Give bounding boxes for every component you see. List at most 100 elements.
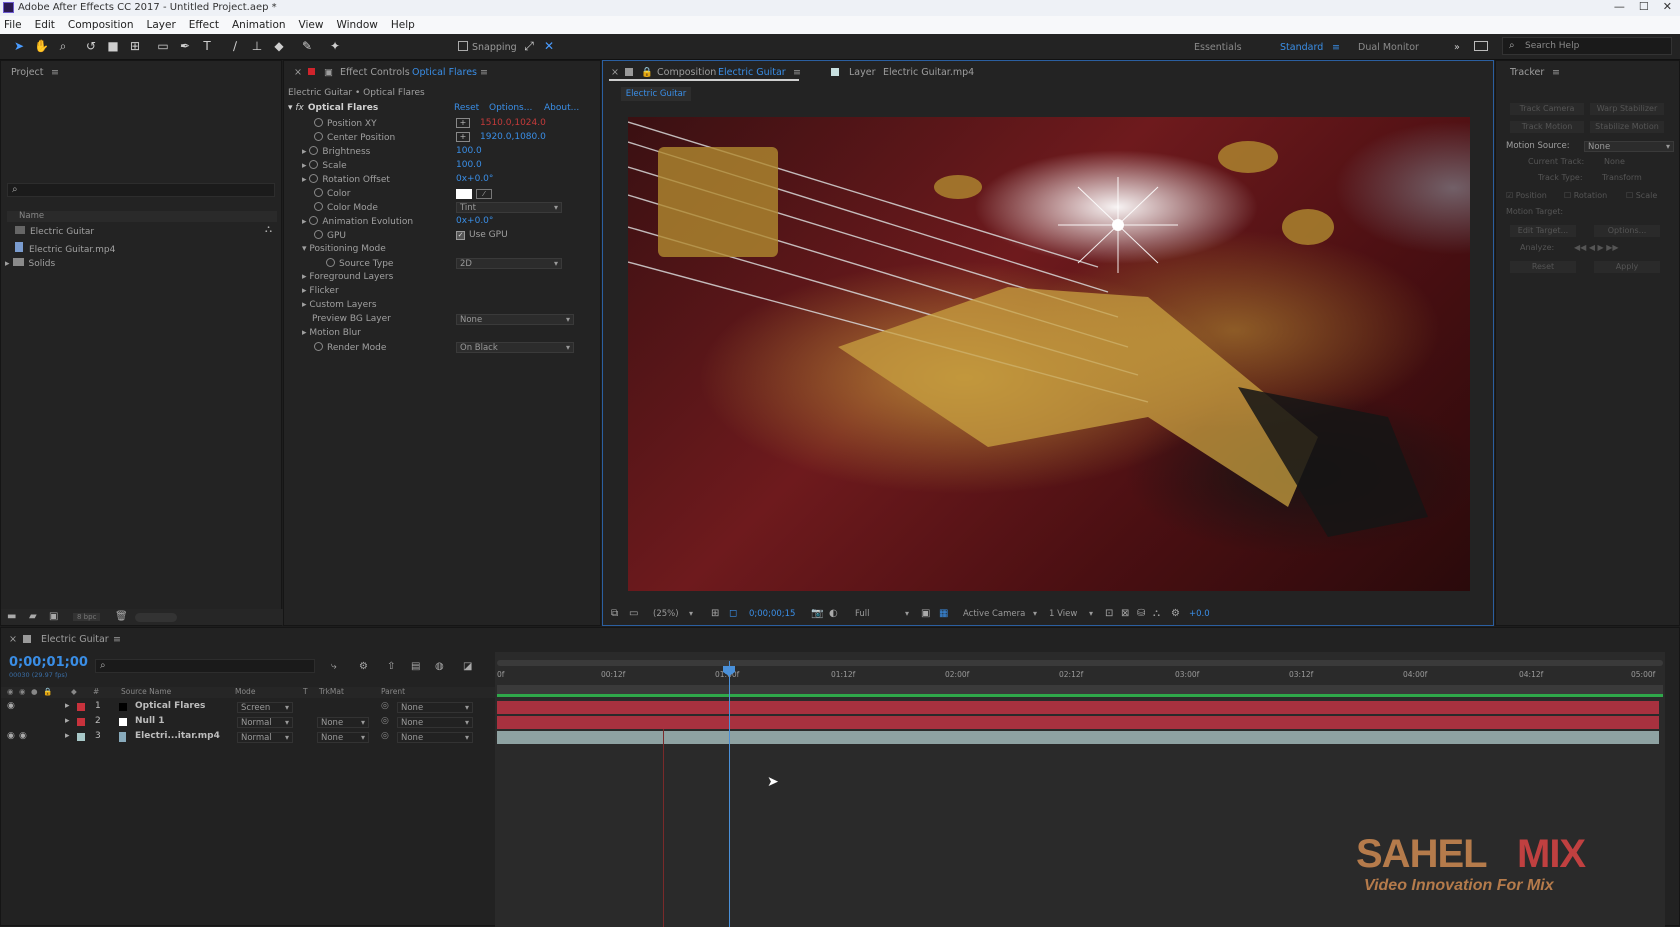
layer-label-color[interactable] xyxy=(77,718,85,726)
pan-behind-tool-icon[interactable]: ⊞ xyxy=(128,39,142,53)
effect-controls-lock-icon[interactable] xyxy=(308,68,315,75)
layer-row[interactable]: ◉ ▸ 1 Optical Flares Screen ◎ None xyxy=(1,701,495,715)
prop-flicker[interactable]: ▸ Flicker xyxy=(302,286,339,296)
stopwatch-icon[interactable] xyxy=(326,258,335,267)
lock-switch-icon[interactable]: 🔒 xyxy=(43,687,52,696)
stopwatch-icon[interactable] xyxy=(314,132,323,141)
tracker-panel-title[interactable]: Tracker xyxy=(1510,67,1544,78)
workspace-essentials[interactable]: Essentials xyxy=(1194,42,1242,53)
track-type-value[interactable]: Transform xyxy=(1602,173,1642,182)
crosshair-icon[interactable]: + xyxy=(456,132,470,142)
effect-controls-menu-icon[interactable]: ≡ xyxy=(480,67,488,78)
more-workspaces-button[interactable]: » xyxy=(1454,42,1460,53)
column-trkmat[interactable]: TrkMat xyxy=(319,687,344,696)
timeline-tab[interactable]: Electric Guitar xyxy=(41,634,109,645)
tracker-reset-button[interactable]: Reset xyxy=(1510,261,1576,273)
composition-viewer-image[interactable] xyxy=(628,117,1470,591)
audio-switch-icon[interactable]: ◉ xyxy=(19,687,26,696)
maximize-button[interactable]: ☐ xyxy=(1639,0,1649,13)
delete-icon[interactable]: 🗑 xyxy=(115,611,128,622)
layer-parent-dropdown[interactable]: None xyxy=(397,702,473,713)
video-switch-icon[interactable]: ◉ xyxy=(7,687,14,696)
roto-brush-tool-icon[interactable]: ✎ xyxy=(300,39,314,53)
exposure-value[interactable]: +0.0 xyxy=(1189,609,1210,619)
layer-row[interactable]: ▸ 2 Null 1 Normal None ◎ None xyxy=(1,716,495,730)
layer-bar-null-1[interactable] xyxy=(497,716,1659,729)
rotate-tool-icon[interactable]: ↺ xyxy=(84,39,98,53)
motion-blur-icon[interactable]: ◍ xyxy=(435,661,444,672)
label-icon[interactable]: ◆ xyxy=(71,687,77,696)
color-mode-dropdown[interactable]: Tint xyxy=(456,202,562,213)
tab-composition-label[interactable]: Composition xyxy=(657,67,716,78)
eyedropper-icon[interactable]: ⁄ xyxy=(476,189,492,199)
magnification-dropdown[interactable]: (25%) xyxy=(649,608,697,619)
prop-rotation-offset-value[interactable]: 0x+0.0° xyxy=(456,174,493,184)
prop-position-xy[interactable]: Position XY xyxy=(314,118,377,129)
rotation-checkbox[interactable]: ☐ Rotation xyxy=(1564,191,1607,200)
work-area-bar[interactable] xyxy=(497,660,1663,666)
warp-stabilizer-button[interactable]: Warp Stabilizer xyxy=(1590,103,1664,115)
prop-brightness-value[interactable]: 100.0 xyxy=(456,146,482,156)
stopwatch-icon[interactable] xyxy=(309,174,319,183)
timeline-menu-icon[interactable]: ≡ xyxy=(113,634,121,645)
position-checkbox[interactable]: ☑ Position xyxy=(1506,191,1547,200)
prop-position-xy-value[interactable]: 1510.0,1024.0 xyxy=(480,118,546,128)
stopwatch-icon[interactable] xyxy=(314,188,323,197)
menu-composition[interactable]: Composition xyxy=(68,19,134,31)
new-composition-icon[interactable]: ▣ xyxy=(49,611,58,622)
snap-features-icon[interactable]: ✕ xyxy=(542,39,556,53)
effect-controls-tab-title[interactable]: Effect Controls xyxy=(340,67,410,78)
column-mode[interactable]: Mode xyxy=(235,687,255,696)
show-channel-icon[interactable]: ◐ xyxy=(829,608,838,619)
menu-view[interactable]: View xyxy=(299,19,324,31)
workspace-layout-icon[interactable] xyxy=(1474,41,1488,51)
minimize-button[interactable]: — xyxy=(1614,0,1625,13)
region-icon[interactable]: ▭ xyxy=(629,608,638,619)
tracker-menu-icon[interactable]: ≡ xyxy=(1552,67,1560,78)
current-time-display[interactable]: 0;00;00;15 xyxy=(749,609,795,619)
parent-pickwhip-icon[interactable]: ◎ xyxy=(381,731,389,741)
use-gpu-checkbox[interactable]: ✓ xyxy=(456,231,465,240)
effect-controls-tab-layer[interactable]: Optical Flares xyxy=(412,67,477,78)
puppet-pin-tool-icon[interactable]: ✦ xyxy=(328,39,342,53)
snapping-checkbox[interactable] xyxy=(458,41,468,51)
pen-tool-icon[interactable]: ✒ xyxy=(178,39,192,53)
prop-rotation-offset[interactable]: ▸ Rotation Offset xyxy=(302,174,390,185)
roi-icon[interactable]: ▣ xyxy=(921,608,930,619)
edit-target-button[interactable]: Edit Target... xyxy=(1510,225,1576,237)
layer-row[interactable]: ◉ ◉ ▸ 3 Electri...itar.mp4 Normal None ◎… xyxy=(1,731,495,745)
audio-visibility-icon[interactable]: ◉ xyxy=(19,731,27,741)
track-camera-button[interactable]: Track Camera xyxy=(1510,103,1584,115)
tracker-apply-button[interactable]: Apply xyxy=(1594,261,1660,273)
selection-tool-icon[interactable]: ➤ xyxy=(12,39,26,53)
hand-tool-icon[interactable]: ✋ xyxy=(34,39,49,53)
layer-bar-footage[interactable] xyxy=(497,731,1659,744)
layer-bar-optical-flares[interactable] xyxy=(497,701,1659,714)
zoom-tool-icon[interactable]: ⌕ xyxy=(56,39,70,53)
track-motion-button[interactable]: Track Motion xyxy=(1510,121,1584,133)
shape-tool-icon[interactable]: ▭ xyxy=(156,39,170,53)
project-item-composition[interactable]: Electric Guitar xyxy=(15,226,94,237)
layer-trkmat-dropdown[interactable]: None xyxy=(317,717,369,728)
always-preview-icon[interactable]: ⧉ xyxy=(611,608,618,619)
transparency-grid-icon[interactable]: ▦ xyxy=(939,608,948,619)
prop-motion-blur[interactable]: ▸ Motion Blur xyxy=(302,328,361,338)
layer-mode-dropdown[interactable]: Screen xyxy=(237,702,293,713)
prop-brightness[interactable]: ▸ Brightness xyxy=(302,146,370,157)
workspace-standard[interactable]: Standard xyxy=(1280,42,1323,53)
solo-switch-icon[interactable]: ● xyxy=(31,687,38,696)
new-folder-icon[interactable]: ▰ xyxy=(29,611,37,622)
time-ruler[interactable]: 0f 00:12f 01:00f 01:12f 02:00f 02:12f 03… xyxy=(495,668,1665,684)
project-panel-title[interactable]: Project xyxy=(11,67,44,78)
workspace-dual-monitor[interactable]: Dual Monitor xyxy=(1358,42,1419,53)
interpret-footage-icon[interactable]: ▬ xyxy=(7,611,16,622)
exposure-reset-icon[interactable]: ⚙ xyxy=(1171,608,1180,619)
tab-composition-name[interactable]: Electric Guitar xyxy=(718,67,786,78)
fx-badge[interactable]: fx xyxy=(295,103,304,113)
prop-positioning-mode[interactable]: ▾ Positioning Mode xyxy=(302,244,386,254)
snap-magnet-icon[interactable]: ⤢ xyxy=(522,39,536,53)
stopwatch-icon[interactable] xyxy=(314,202,323,211)
stopwatch-icon[interactable] xyxy=(309,146,319,155)
column-t[interactable]: T xyxy=(303,687,308,696)
effect-about-link[interactable]: About... xyxy=(544,103,579,113)
